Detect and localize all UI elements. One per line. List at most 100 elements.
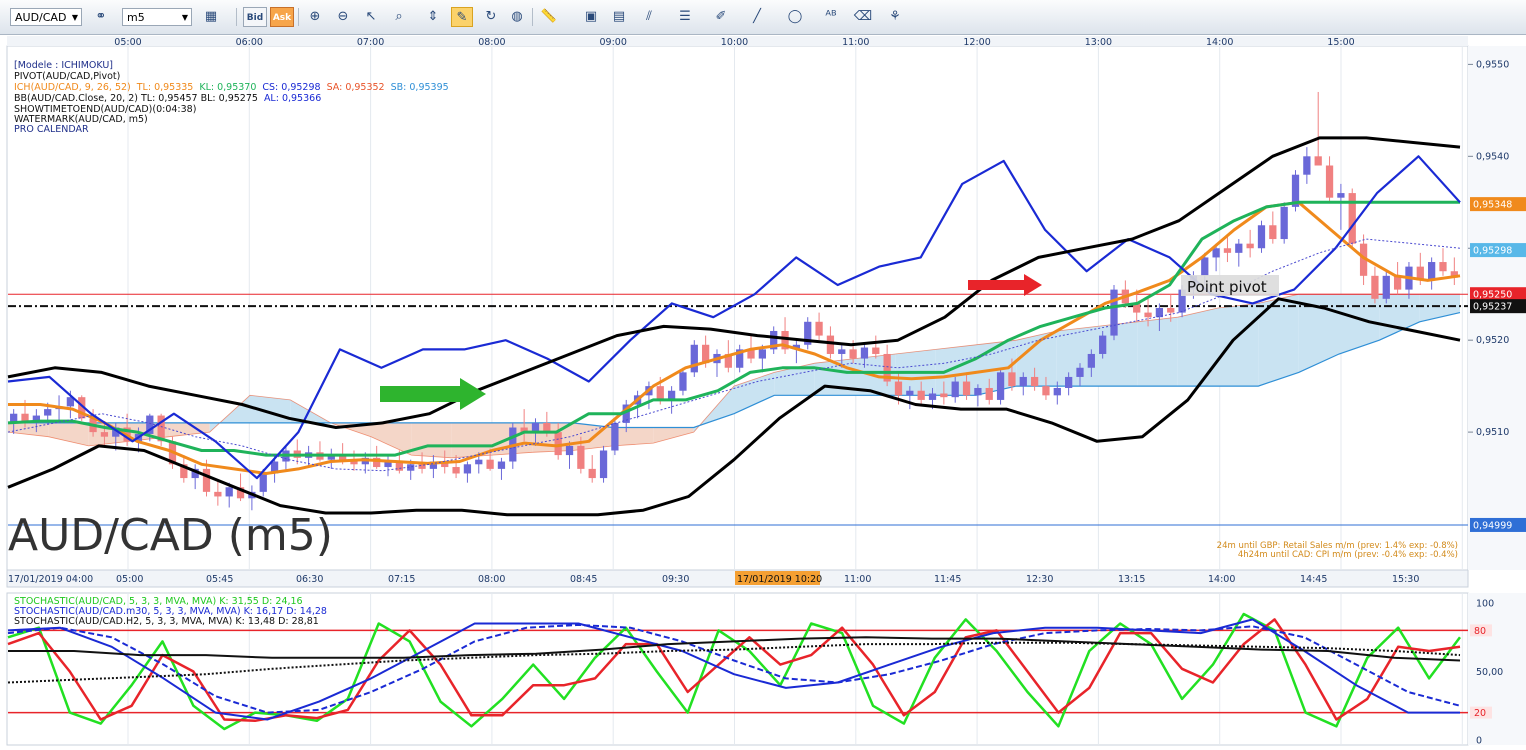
fan-icon[interactable]: ⫽ bbox=[638, 7, 660, 27]
timeframe-select[interactable]: m5 ▼ bbox=[122, 8, 192, 26]
candle-body bbox=[554, 432, 562, 456]
candle-body bbox=[974, 387, 982, 396]
candle-body bbox=[611, 422, 619, 451]
candle-body bbox=[100, 432, 109, 437]
price-tag-label: 0,95237 bbox=[1473, 302, 1512, 313]
ruler-icon[interactable]: 📏 bbox=[538, 7, 560, 27]
note-icon[interactable]: ✎ bbox=[451, 7, 473, 27]
bid-button[interactable]: Bid bbox=[243, 7, 267, 27]
candle-body bbox=[577, 445, 585, 469]
symbol-select[interactable]: AUD/CAD ▼ bbox=[10, 8, 82, 26]
price-tick-label: 0,9540 bbox=[1476, 151, 1509, 162]
candle-body bbox=[599, 450, 608, 479]
price-tick-label: 0,9550 bbox=[1476, 59, 1509, 70]
zoom-out-icon[interactable]: ⊖ bbox=[332, 7, 354, 27]
candle-body bbox=[985, 387, 993, 400]
candle-body bbox=[894, 381, 903, 396]
toolbar: AUD/CAD ▼ ⚭ m5 ▼ ▦ Bid Ask ⊕ ⊖ ↖ ⌕ ⇕ ✎ ↻ ◍… bbox=[0, 0, 1526, 35]
top-tick-label: 06:00 bbox=[236, 37, 263, 48]
bottom-tick-label: 11:45 bbox=[934, 574, 961, 585]
ellipse-icon[interactable]: ◯ bbox=[784, 7, 806, 27]
legend-ich: ICH(AUD/CAD, 9, 26, 52) TL: 0,95335 KL: 0,… bbox=[14, 82, 449, 93]
kumo-segment bbox=[411, 422, 452, 458]
candle-body bbox=[225, 487, 233, 497]
stoch-tick-label: 50,00 bbox=[1476, 667, 1503, 678]
tree-icon[interactable]: ⚘ bbox=[884, 7, 906, 27]
zoom-box-icon[interactable]: ⌕ bbox=[388, 7, 410, 27]
candle-body bbox=[1371, 275, 1379, 299]
legend-cs: CS: 0,95298 bbox=[262, 82, 320, 93]
candle-body bbox=[826, 335, 835, 354]
chart-area[interactable]: 05:00 06:00 07:00 08:00 09:00 10:00 11:00 12:00… bbox=[0, 35, 1526, 750]
bottom-tick-label: 06:30 bbox=[296, 574, 323, 585]
main-chart[interactable]: 05:00 06:00 07:00 08:00 09:00 10:00 11:00 12:00… bbox=[0, 35, 1526, 747]
refresh-icon[interactable]: ↻ bbox=[480, 7, 502, 27]
lines-icon[interactable]: ☰ bbox=[674, 7, 696, 27]
legend-pivot: PIVOT(AUD/CAD,Pivot) bbox=[14, 71, 120, 82]
candle-body bbox=[1325, 165, 1334, 198]
candle-body bbox=[1030, 376, 1039, 387]
toolbar-separator bbox=[236, 8, 237, 26]
candle-body bbox=[1167, 308, 1175, 313]
bottom-tick-label: 17/01/2019 10:20 bbox=[737, 574, 822, 585]
candle-body bbox=[1087, 353, 1095, 368]
candle-body bbox=[1065, 376, 1073, 388]
candle-body bbox=[679, 372, 687, 391]
cursor-icon[interactable]: ↖ bbox=[360, 7, 382, 27]
window-icon[interactable]: ▤ bbox=[608, 7, 630, 27]
candle-body bbox=[1246, 243, 1254, 249]
bottom-tick-label: 05:45 bbox=[206, 574, 233, 585]
candle-body bbox=[1019, 376, 1027, 387]
eraser-icon[interactable]: ⌫ bbox=[852, 7, 874, 27]
candle-body bbox=[928, 393, 937, 400]
candle-body bbox=[1257, 225, 1266, 249]
candle-body bbox=[452, 467, 460, 474]
bottom-tick-label: 11:00 bbox=[844, 574, 871, 585]
candle-body bbox=[1008, 372, 1016, 387]
candle-body bbox=[588, 468, 596, 479]
candle-body bbox=[1280, 206, 1288, 240]
candle-body bbox=[1144, 312, 1152, 318]
candle-body bbox=[1076, 367, 1084, 377]
stoch-tick-label: 20 bbox=[1474, 708, 1486, 719]
watermark-text: AUD/CAD (m5) bbox=[8, 510, 333, 561]
toolbar-separator bbox=[532, 8, 533, 26]
candle-body bbox=[1337, 193, 1345, 198]
legend-tl: TL: 0,95335 bbox=[136, 82, 194, 93]
candle-body bbox=[1382, 275, 1390, 299]
candle-body bbox=[860, 347, 869, 359]
legend-pro-calendar: PRO CALENDAR bbox=[14, 124, 89, 135]
candle-body bbox=[656, 386, 664, 400]
kumo-segment bbox=[1137, 317, 1178, 387]
chevron-down-icon: ▼ bbox=[71, 13, 78, 22]
bottom-tick-label: 07:15 bbox=[388, 574, 415, 585]
candle-body bbox=[463, 464, 472, 474]
candle-body bbox=[838, 349, 846, 354]
candle-body bbox=[951, 381, 959, 398]
bottom-tick-label: 15:30 bbox=[1392, 574, 1419, 585]
candle-body bbox=[497, 461, 506, 469]
globe-icon[interactable]: ◍ bbox=[506, 7, 528, 27]
image-icon[interactable]: ▣ bbox=[580, 7, 602, 27]
fit-icon[interactable]: ⇕ bbox=[422, 7, 444, 27]
top-tick-label: 05:00 bbox=[114, 37, 141, 48]
top-tick-label: 08:00 bbox=[478, 37, 505, 48]
candle-body bbox=[906, 390, 914, 396]
bar-chart-icon[interactable]: ▦ bbox=[200, 7, 222, 27]
candle-body bbox=[1303, 156, 1311, 175]
toolbar-separator bbox=[298, 8, 299, 26]
pen-icon[interactable]: ✐ bbox=[710, 7, 732, 27]
candle-body bbox=[565, 445, 574, 456]
candle-body bbox=[996, 372, 1005, 400]
link-icon[interactable]: ⚭ bbox=[90, 7, 112, 27]
bottom-tick-label: 12:30 bbox=[1026, 574, 1053, 585]
legend-ich-prefix: ICH(AUD/CAD, 9, 26, 52) bbox=[14, 82, 131, 93]
zoom-in-icon[interactable]: ⊕ bbox=[304, 7, 326, 27]
price-tag-label: 0,95348 bbox=[1473, 200, 1512, 211]
candle-body bbox=[962, 381, 971, 396]
candle-body bbox=[815, 321, 823, 336]
text-icon[interactable]: ᴬᴮ bbox=[820, 7, 842, 27]
trend-line-icon[interactable]: ╱ bbox=[746, 7, 768, 27]
ask-button[interactable]: Ask bbox=[270, 7, 294, 27]
candle-body bbox=[486, 459, 494, 469]
